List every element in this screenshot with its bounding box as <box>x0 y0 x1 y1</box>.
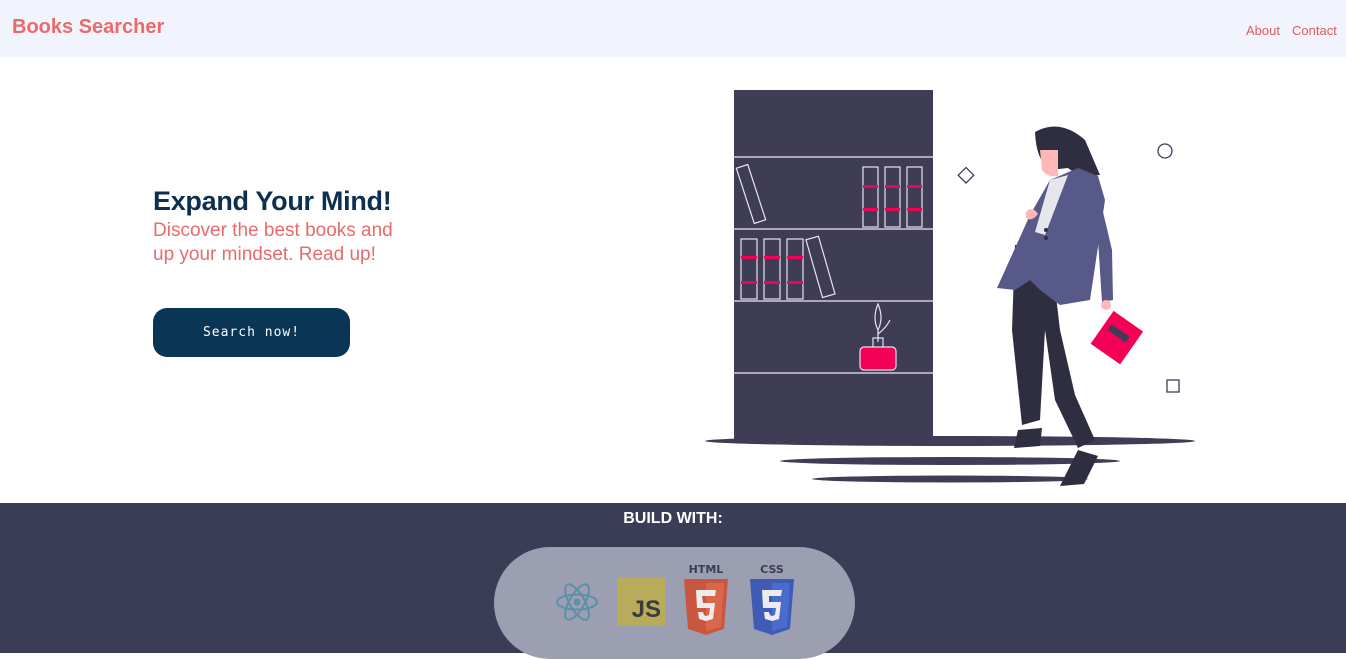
search-now-button[interactable]: Search now! <box>153 308 350 357</box>
javascript-icon: JS <box>617 578 665 626</box>
hero-title: Expand Your Mind! <box>153 186 392 216</box>
woman-figure <box>997 126 1144 486</box>
hero-subtitle: Discover the best books and up your mind… <box>153 220 393 265</box>
react-icon <box>556 583 598 621</box>
html5-icon: HTML <box>680 563 732 639</box>
bookshelf-graphic <box>734 90 933 440</box>
brand-logo[interactable]: Books Searcher <box>12 16 164 39</box>
footer-section: BUILD WITH: JS HTML CSS <box>0 503 1346 659</box>
top-navbar: Books Searcher About Contact <box>0 0 1346 57</box>
nav-link-contact[interactable]: Contact <box>1292 23 1337 38</box>
nav-link-about[interactable]: About <box>1246 23 1280 38</box>
tech-stack-pill: JS HTML CSS <box>494 547 855 659</box>
footer-title: BUILD WITH: <box>623 510 723 527</box>
css3-icon: CSS <box>746 563 798 639</box>
reading-woman-illustration <box>705 90 1195 486</box>
